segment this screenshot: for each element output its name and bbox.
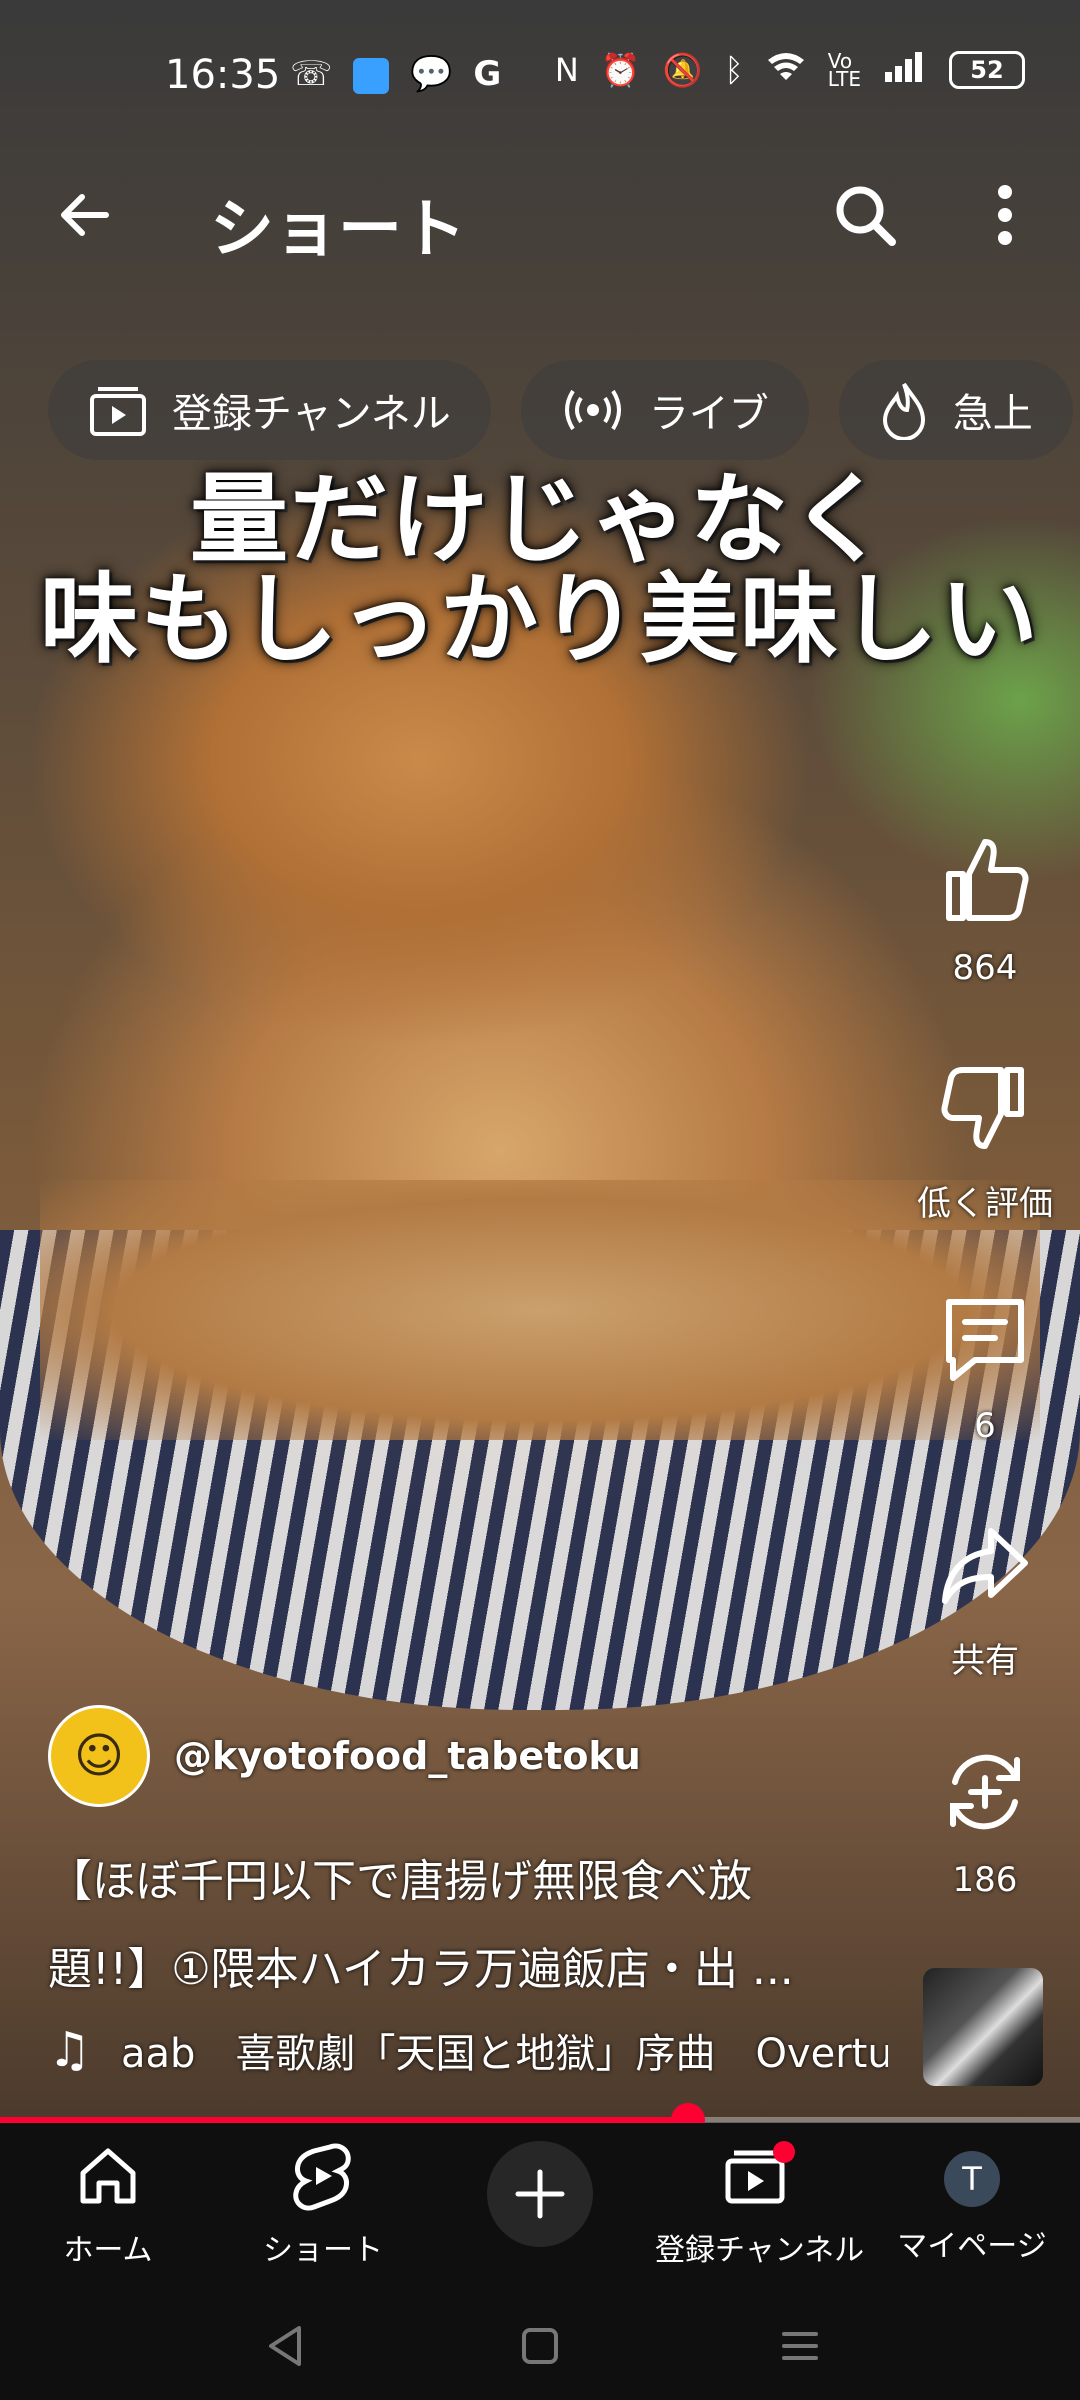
music-thumbnail[interactable] [923, 1968, 1043, 2086]
chip-live[interactable]: ライブ [520, 360, 809, 460]
shorts-icon [293, 2143, 351, 2211]
triangle-back-icon [269, 2326, 301, 2366]
page-title: ショート [210, 193, 466, 267]
share-button[interactable]: 共有 [905, 1515, 1065, 1682]
wifi-icon [766, 50, 806, 90]
bottom-navigation: ホーム ショート 登録チャンネル T マイページ [0, 2123, 1080, 2288]
music-title: aab 喜歌劇「天国と地獄」序曲 Overtu [121, 2031, 888, 2077]
video-description[interactable]: 【ほぼ千円以下で唐揚げ無限食べ放 題!!】①隈本ハイカラ万遍飯店・出 ... [48, 1838, 868, 2014]
share-label: 共有 [951, 1641, 1019, 1681]
app-badge-icon [353, 57, 390, 94]
music-note-icon: ♫ [48, 2022, 92, 2078]
avatar-initial: T [944, 2151, 1000, 2207]
nav-shorts-label: ショート [263, 2233, 383, 2268]
top-app-bar: ショート [0, 150, 1080, 290]
mute-icon: 🔕 [662, 51, 703, 89]
nfc-icon: N [554, 51, 579, 89]
square-home-icon [522, 2328, 558, 2364]
channel-info[interactable]: ☺ @kyotofood_tabetoku [48, 1705, 641, 1807]
chip-label: ライブ [648, 391, 769, 437]
more-vertical-icon [998, 185, 1012, 245]
alarm-icon: ⏰ [600, 51, 641, 89]
google-icon: G [473, 54, 502, 94]
comment-count: 6 [974, 1406, 996, 1446]
live-icon [564, 389, 621, 431]
chip-label: 急上 [952, 391, 1033, 437]
channel-avatar[interactable]: ☺ [48, 1705, 150, 1807]
nav-mypage-label: マイページ [897, 2229, 1047, 2264]
arrow-left-icon [61, 194, 109, 236]
thumbs-down-icon [941, 1067, 1024, 1149]
nav-subscriptions-label: 登録チャンネル [655, 2233, 865, 2268]
create-button[interactable] [487, 2141, 593, 2247]
remix-icon [950, 1754, 1020, 1830]
nav-shorts[interactable]: ショート [223, 2141, 423, 2269]
remix-button[interactable]: 186 [905, 1742, 1065, 1900]
status-right-icons: N ⏰ 🔕 ᛒ Vo LTE 52 [555, 50, 1025, 90]
search-icon [836, 186, 896, 246]
chip-subscriptions[interactable]: 登録チャンネル [48, 360, 491, 460]
more-options-button[interactable] [975, 180, 1035, 250]
bluetooth-icon: ᛒ [724, 51, 744, 89]
system-navigation-bar [0, 2288, 1080, 2400]
line-icon: 💬 [410, 54, 453, 94]
menu-lines-icon [782, 2332, 818, 2360]
signal-icon [883, 50, 927, 90]
system-recents-button[interactable] [770, 2316, 830, 2376]
channel-handle[interactable]: @kyotofood_tabetoku [174, 1734, 641, 1778]
nav-mypage[interactable]: T マイページ [872, 2141, 1072, 2265]
chip-trending[interactable]: 急上 [838, 360, 1073, 460]
nav-home-label: ホーム [63, 2233, 153, 2268]
food-image [40, 1180, 1040, 1440]
thumbs-up-icon [946, 839, 1029, 921]
share-icon [942, 1528, 1028, 1604]
system-back-button[interactable] [255, 2316, 315, 2376]
status-bar: 16:35 ☏ 💬 G N ⏰ 🔕 ᛒ Vo LTE 52 [0, 0, 1080, 140]
like-count: 864 [952, 948, 1018, 988]
battery-indicator: 52 [949, 51, 1025, 89]
volte-icon: Vo LTE [827, 49, 861, 91]
feed-filter-chips: 登録チャンネル ライブ 急上 [48, 360, 1073, 460]
remix-count: 186 [952, 1860, 1018, 1900]
trending-icon [882, 382, 925, 440]
video-caption-line2: 味もしっかり美味しい [39, 563, 1040, 677]
dislike-button[interactable]: 低く評価 [905, 1058, 1065, 1225]
comments-button[interactable]: 6 [905, 1288, 1065, 1446]
music-info[interactable]: ♫ aab 喜歌劇「天国と地獄」序曲 Overtu [48, 2020, 888, 2080]
missed-call-icon: ☏ [290, 54, 333, 94]
status-left-icons: ☏ 💬 G [290, 54, 501, 94]
plus-icon [515, 2169, 565, 2219]
status-time: 16:35 [165, 52, 281, 98]
account-avatar: T [937, 2141, 1007, 2211]
nav-home[interactable]: ホーム [8, 2141, 208, 2269]
subscriptions-icon [90, 387, 146, 436]
home-icon [80, 2148, 136, 2204]
chip-label: 登録チャンネル [172, 391, 451, 437]
back-button[interactable] [50, 180, 120, 250]
comment-icon [946, 1299, 1024, 1381]
nav-subscriptions[interactable]: 登録チャンネル [655, 2141, 865, 2269]
like-button[interactable]: 864 [905, 830, 1065, 988]
new-content-dot [773, 2141, 795, 2163]
description-line2: 題!!】①隈本ハイカラ万遍飯店・出 ... [48, 1944, 794, 1995]
search-button[interactable] [830, 180, 900, 250]
description-line1: 【ほぼ千円以下で唐揚げ無限食べ放 [48, 1856, 752, 1907]
dislike-label: 低く評価 [917, 1184, 1053, 1224]
system-home-button[interactable] [510, 2316, 570, 2376]
